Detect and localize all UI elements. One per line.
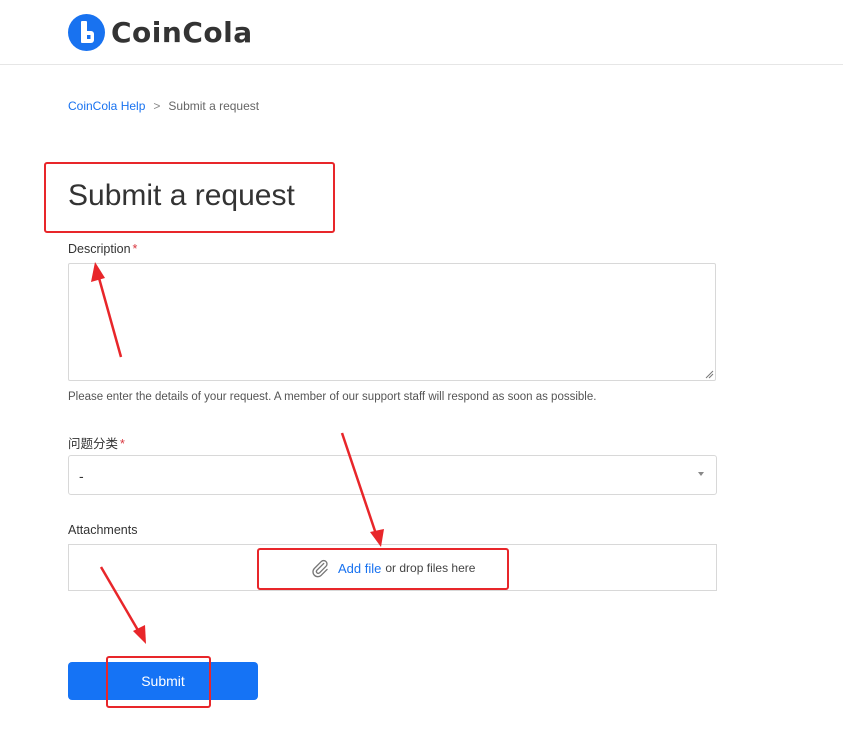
description-label: Description * [68, 242, 137, 256]
required-mark: * [120, 437, 125, 451]
category-label-text: 问题分类 [68, 437, 119, 451]
drop-files-text: or drop files here [385, 561, 476, 575]
site-header: CoinCola [0, 0, 843, 65]
attachments-dropzone[interactable]: Add file or drop files here [68, 544, 717, 591]
breadcrumb-separator: > [153, 99, 161, 113]
category-select[interactable]: - [68, 455, 717, 495]
dropzone-content: Add file or drop files here [310, 558, 475, 578]
description-label-text: Description [68, 242, 131, 256]
breadcrumb-home-link[interactable]: CoinCola Help [68, 99, 145, 113]
coincola-logo[interactable]: CoinCola [68, 14, 253, 51]
breadcrumb-current: Submit a request [168, 99, 260, 113]
description-hint: Please enter the details of your request… [68, 391, 597, 403]
category-selected-value: - [79, 468, 84, 484]
category-label: 问题分类 * [68, 433, 125, 452]
submit-button[interactable]: Submit [68, 662, 258, 700]
required-mark: * [132, 242, 138, 256]
page-title: Submit a request [68, 179, 295, 212]
attachments-label: Attachments [68, 523, 138, 537]
caret-down-icon [698, 472, 704, 476]
coincola-logo-icon [68, 14, 105, 51]
logo-text: CoinCola [111, 16, 253, 49]
resize-grip-icon[interactable] [705, 370, 714, 379]
paperclip-icon [312, 559, 328, 578]
add-file-link[interactable]: Add file [338, 561, 381, 576]
description-textarea[interactable] [68, 263, 716, 381]
breadcrumb: CoinCola Help > Submit a request [68, 99, 259, 113]
